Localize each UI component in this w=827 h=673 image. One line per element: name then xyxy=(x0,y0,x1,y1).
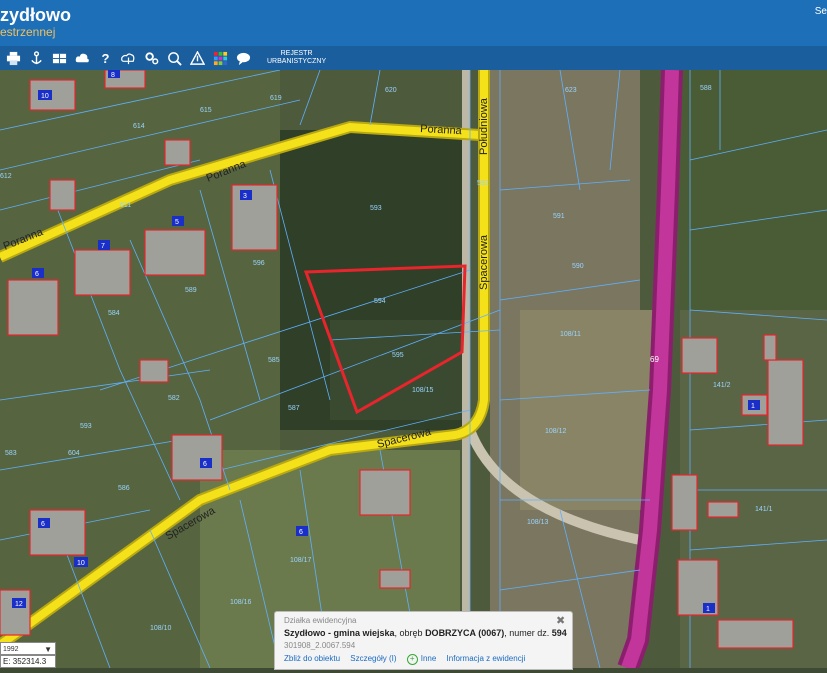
parcel-label: 108/12 xyxy=(545,428,567,435)
parcel-label: 587 xyxy=(288,405,300,412)
road-label-spacerowa: Spacerowa xyxy=(478,234,490,290)
app-brand-subtitle: estrzennej xyxy=(0,25,56,39)
parcel-label: 593 xyxy=(370,205,382,212)
crs-value: 1992 xyxy=(3,646,19,653)
parcel-label: 588 xyxy=(700,85,712,92)
building-number: 6 xyxy=(299,529,303,536)
crs-select[interactable]: 1992 ▼ xyxy=(0,642,56,655)
registry-info-link[interactable]: Informacja z ewidencji xyxy=(447,654,526,663)
zoom-icon[interactable] xyxy=(165,49,184,68)
map-toolbar: ? REJESTR URBANISTYCZNY xyxy=(0,46,827,70)
parcel-label: 619 xyxy=(270,95,282,102)
popup-commune: Szydłowo - gmina wiejska xyxy=(284,628,395,638)
popup-parcel-number: 594 xyxy=(551,628,567,638)
parcel-label: 108/11 xyxy=(560,331,581,338)
highway-number: 69 xyxy=(650,355,659,364)
parcel-label: 590 xyxy=(572,263,584,270)
grid-icon[interactable] xyxy=(211,49,230,68)
parcel-label: 591 xyxy=(553,213,565,220)
building-number: 1 xyxy=(751,403,755,410)
coordinate-readout: E: 352314.3 xyxy=(0,655,56,668)
parcel-label: 592 xyxy=(477,180,489,187)
zoom-to-object-link[interactable]: Zbliż do obiektu xyxy=(284,654,340,663)
layers-icon[interactable] xyxy=(50,49,69,68)
parcel-info-popup: Działka ewidencyjna ✖ Szydłowo - gmina w… xyxy=(274,611,573,670)
building-number: 10 xyxy=(77,560,85,567)
parcel-label: 611 xyxy=(120,202,131,209)
building-number: 7 xyxy=(101,243,105,250)
building-number: 1 xyxy=(706,606,710,613)
popup-text: , numer dz. xyxy=(504,628,552,638)
search-label[interactable]: Se xyxy=(815,6,827,17)
building-number: 6 xyxy=(41,521,45,528)
rejestr-line1: REJESTR xyxy=(280,50,313,57)
parcel-label: 596 xyxy=(253,260,265,267)
plus-icon[interactable]: + xyxy=(406,654,418,665)
popup-text: , obręb xyxy=(394,628,426,638)
rejestr-line2: URBANISTYCZNY xyxy=(267,58,327,65)
upload-icon[interactable] xyxy=(119,49,138,68)
road-label-poludniowa: Południowa xyxy=(478,97,490,155)
parcel-label: 620 xyxy=(385,87,397,94)
parcel-label: 583 xyxy=(5,450,17,457)
warning-icon[interactable] xyxy=(188,49,207,68)
cloud-icon[interactable] xyxy=(73,49,92,68)
parcel-label: 586 xyxy=(118,485,130,492)
parcel-label: 615 xyxy=(200,107,212,114)
map-canvas[interactable]: Poranna Poranna Poranna Południowa Space… xyxy=(0,69,827,672)
parcel-label: 141/2 xyxy=(713,382,731,389)
parcel-label: 614 xyxy=(133,123,145,130)
parcel-label: 589 xyxy=(185,287,197,294)
popup-parcel-description: Szydłowo - gmina wiejska, obręb DOBRZYCA… xyxy=(284,628,567,638)
map-svg: Poranna Poranna Poranna Południowa Space… xyxy=(0,69,827,672)
parcel-label: 604 xyxy=(68,450,80,457)
parcel-label: 585 xyxy=(268,357,280,364)
app-brand: zydłowo xyxy=(0,5,71,25)
parcel-label: 108/10 xyxy=(150,625,172,632)
parcel-label: 582 xyxy=(168,395,180,402)
building-number: 12 xyxy=(15,601,23,608)
settings-icon[interactable] xyxy=(142,49,161,68)
building-number: 10 xyxy=(41,93,49,100)
parcel-label: 594 xyxy=(374,298,386,305)
chat-icon[interactable] xyxy=(234,49,253,68)
parcel-label: 108/16 xyxy=(230,599,252,606)
building-number: 6 xyxy=(203,461,207,468)
road-label-poranna: Poranna xyxy=(420,123,463,137)
anchor-icon[interactable] xyxy=(27,49,46,68)
popup-links: Zbliż do obiektu Szczegóły (I) + Inne Inf… xyxy=(284,654,533,665)
details-link[interactable]: Szczegóły (I) xyxy=(350,654,396,663)
rejestr-urbanistyczny-button[interactable]: REJESTR URBANISTYCZNY xyxy=(267,50,326,66)
building-number: 3 xyxy=(243,193,247,200)
parcel-label: 595 xyxy=(392,352,404,359)
parcel-label: 108/13 xyxy=(527,519,549,526)
app-header: zydłowo estrzennej Se xyxy=(0,0,827,46)
parcel-label: 108/17 xyxy=(290,557,312,564)
parcel-label: 584 xyxy=(108,310,120,317)
popup-parcel-id: 301908_2.0067.594 xyxy=(284,641,356,650)
building-number: 6 xyxy=(35,271,39,278)
close-icon[interactable]: ✖ xyxy=(556,614,568,627)
print-icon[interactable] xyxy=(4,49,23,68)
building-number: 8 xyxy=(111,72,115,79)
help-icon[interactable]: ? xyxy=(96,49,115,68)
popup-title: Działka ewidencyjna xyxy=(284,616,357,625)
parcel-label: 612 xyxy=(0,173,12,180)
parcel-label: 141/1 xyxy=(755,506,773,513)
building-number: 5 xyxy=(175,219,179,226)
popup-precinct: DOBRZYCA (0067) xyxy=(425,628,505,638)
parcel-label: 593 xyxy=(80,423,92,430)
parcel-label: 108/15 xyxy=(412,387,434,394)
parcel-label: 623 xyxy=(565,87,577,94)
other-link[interactable]: Inne xyxy=(421,654,437,663)
